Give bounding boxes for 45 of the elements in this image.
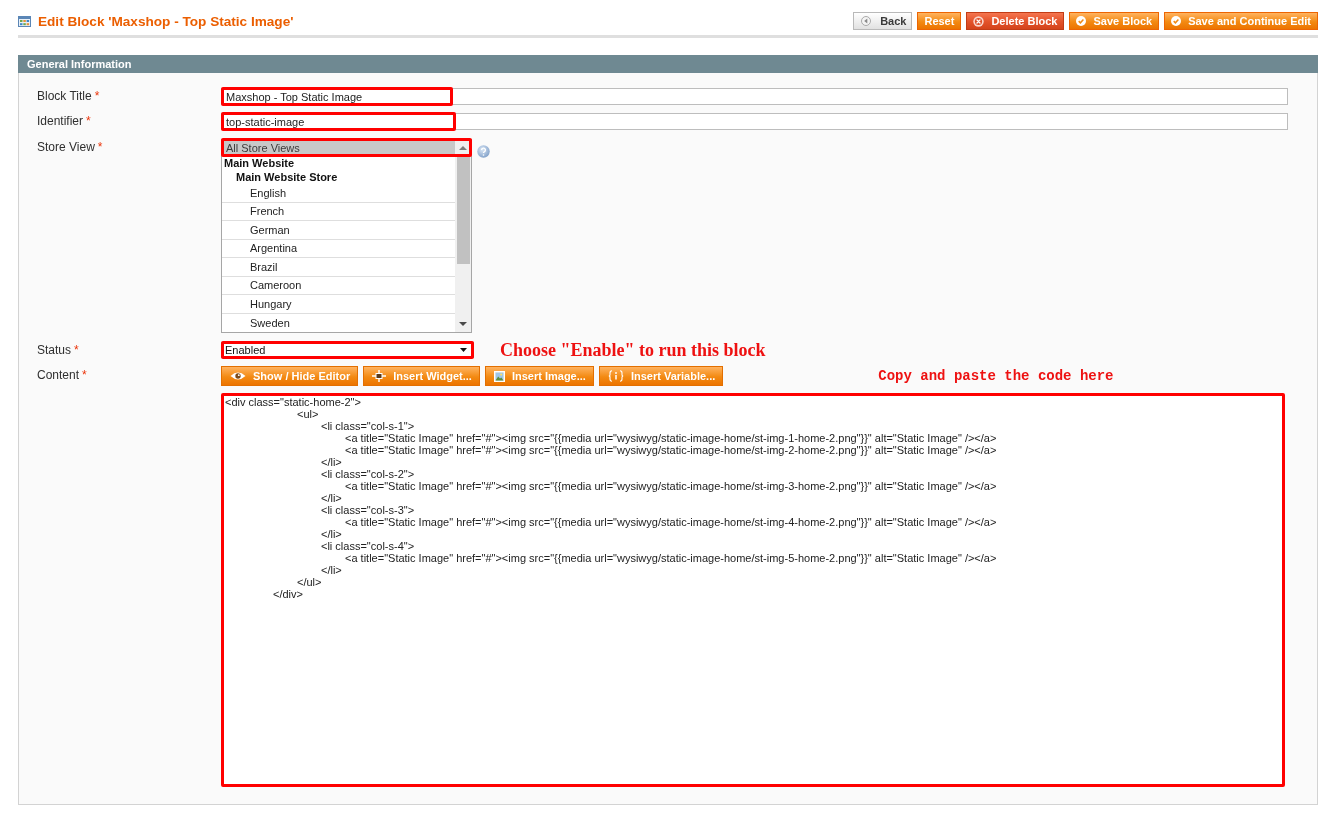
required-mark: * [86,113,91,130]
left-arrow-circle-icon [861,16,872,26]
caret-down-icon [459,322,467,326]
scrollbar[interactable] [455,140,471,332]
back-button[interactable]: Back [853,12,913,30]
list-option[interactable]: German [222,221,455,240]
field-label: Content [37,367,80,384]
option-group-label: Main Website Store [235,170,339,184]
annotation-text: Choose "Enable" to run this block [500,340,766,360]
field-label: Identifier [37,113,84,130]
image-icon [493,370,505,382]
field-label: Block Title [37,88,92,105]
x-circle-icon [973,15,985,27]
option-group-label: Main Website [223,156,296,170]
check-circle-icon [1171,16,1182,26]
section-header: General Information [18,55,1318,73]
crosshair-icon [372,370,387,382]
list-option[interactable]: Brazil [222,258,455,277]
caret-up-icon [459,146,467,150]
check-circle-icon [1076,16,1087,26]
list-option[interactable]: English [222,184,455,203]
eye-icon [230,371,246,381]
page-title: Edit Block 'Maxshop - Top Static Image' [38,13,294,29]
code-textarea[interactable]: <div class="static-home-2"> <ul> <li class="col-s-1"> <a title="Static Image" href="#"><img src="{{media url="wysiwyg/static-image-home/st-img-1-home-2.png"}}" alt="Static Image" /></a> <a title="Static Image" href="#"><img src="{{media url="wysiwyg/static-image-home/st-img-2-home-2.png"}}" alt="Static Image" /></a> </li> <li class="col-s-2"> <a title="Static Image" href="#"><img src="{{media url="wysiwyg/static-image-home/st-img-3-home-2.png"}}" alt="Static Image" /></a> </li> <li class="col-s-3"> <a title="Static Image" href="#"><img src="{{media url="wysiwyg/static-image-home/st-img-4-home-2.png"}}" alt="Static Image" /></a> </li> <li class="col-s-4"> <a title="Static Image" href="#"><img src="{{media url="wysiwyg/static-image-home/st-img-5-home-2.png"}}" alt="Static Image" /></a> </li> </ul> </div> [221,393,1285,787]
grid-icon [18,15,31,27]
list-option[interactable]: Hungary [222,295,455,314]
required-mark: * [74,342,79,359]
text-input[interactable]: top-static-image [221,113,1288,130]
annotation-text: Copy and paste the code here [878,367,1114,386]
store-view-listbox[interactable]: All Store Views Main Website Main Website Store English French German Argentina Brazil Cameroon Hungary Sweden [221,139,472,333]
braces-icon [607,370,624,382]
required-mark: * [82,367,87,384]
delete-button[interactable]: Delete Block [966,12,1065,30]
scrollbar-thumb[interactable] [456,156,470,264]
list-option[interactable]: Cameroon [222,276,455,295]
list-option[interactable]: Argentina [222,239,455,258]
caret-down-icon [460,348,467,352]
list-option[interactable]: Sweden [222,313,455,332]
help-icon[interactable] [477,145,490,158]
list-option[interactable]: French [222,202,455,221]
required-mark: * [94,88,100,105]
field-label: Store View [37,139,95,156]
field-label: Status [37,342,72,359]
text-input[interactable]: Maxshop - Top Static Image [221,88,1288,105]
required-mark: * [97,139,103,156]
